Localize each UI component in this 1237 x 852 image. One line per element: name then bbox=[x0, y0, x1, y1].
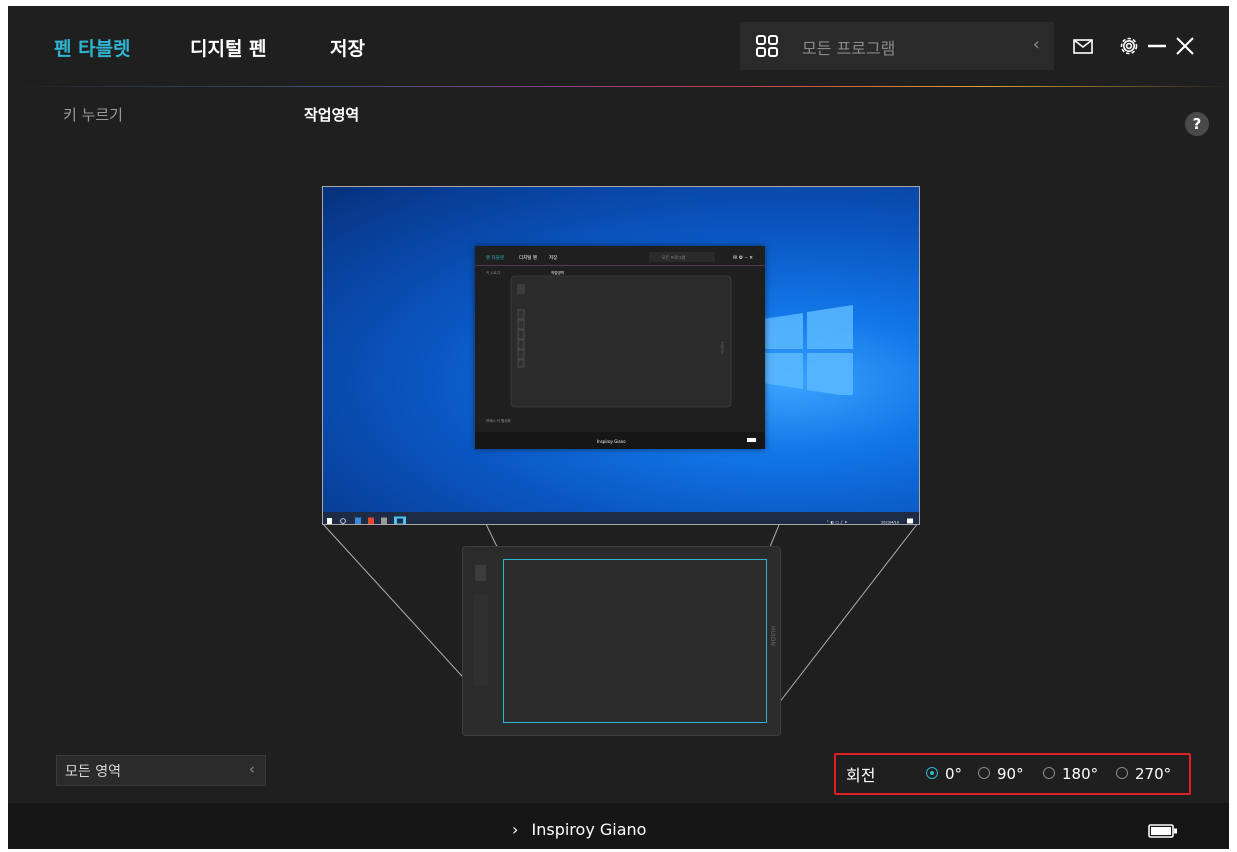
help-icon[interactable]: ? bbox=[1185, 112, 1209, 136]
mini-footer-left: 프레스 키 활성화 bbox=[486, 418, 512, 423]
program-selector-label: 모든 프로그램 bbox=[802, 39, 896, 58]
pen-slot bbox=[475, 565, 486, 581]
mail-icon[interactable] bbox=[1071, 34, 1095, 58]
chevron-right-icon: › bbox=[512, 820, 519, 839]
tab-save[interactable]: 저장 bbox=[330, 34, 365, 61]
header-divider bbox=[8, 86, 1229, 87]
mini-subtab-keys: 키 누르기 bbox=[486, 270, 500, 275]
svg-text:✉ ⚙ – ×: ✉ ⚙ – × bbox=[733, 255, 753, 261]
rotation-option-label: 180° bbox=[1062, 765, 1099, 783]
tablet-express-keys[interactable] bbox=[473, 594, 488, 686]
device-selector[interactable]: › Inspiroy Giano bbox=[512, 820, 646, 839]
taskbar-clock: 2023/4/10 bbox=[881, 521, 899, 525]
close-icon[interactable] bbox=[1173, 34, 1197, 58]
tablet-brand-label: HUION bbox=[769, 626, 776, 646]
rotation-option-label: 270° bbox=[1135, 765, 1172, 783]
area-select-value: 모든 영역 bbox=[65, 764, 121, 780]
windows-logo-icon bbox=[763, 305, 853, 395]
gear-icon[interactable] bbox=[1117, 34, 1141, 58]
rotation-control: 회전 0° 90° 180° 270° bbox=[834, 753, 1191, 795]
radio-circle-icon bbox=[926, 767, 938, 779]
svg-text:HUION: HUION bbox=[769, 626, 776, 646]
rotation-label: 회전 bbox=[846, 766, 876, 785]
mini-device-name: Inspiroy Giano bbox=[597, 439, 626, 444]
tab-pen-tablet[interactable]: 펜 타블렛 bbox=[54, 34, 131, 61]
grid-icon bbox=[756, 35, 778, 57]
minimize-icon[interactable] bbox=[1145, 34, 1169, 58]
radio-circle-icon bbox=[978, 767, 990, 779]
tablet-driver-window: 펜 타블렛 디지털 펜 저장 모든 프로그램 ‹ 키 누르기 작업영역 ? 펜 … bbox=[8, 6, 1229, 849]
area-select[interactable]: 모든 영역 ‹ bbox=[56, 755, 266, 786]
svg-text:⌃ ◐ ▭ ♪ ✦: ⌃ ◐ ▭ ♪ ✦ bbox=[826, 520, 848, 525]
battery-icon bbox=[1148, 824, 1177, 838]
tab-digital-pen[interactable]: 디지털 펜 bbox=[190, 34, 267, 61]
mini-tab-1: 펜 타블렛 bbox=[486, 254, 504, 261]
subtab-press-keys[interactable]: 키 누르기 bbox=[63, 104, 123, 125]
mini-tab-2: 디지털 펜 bbox=[519, 254, 537, 261]
mini-tab-3: 저장 bbox=[549, 254, 557, 261]
screen-preview[interactable]: 펜 타블렛 디지털 펜 저장 모든 프로그램 ✉ ⚙ – × 키 누르기 작업영… bbox=[322, 186, 920, 525]
mini-app-graphic: 펜 타블렛 디지털 펜 저장 모든 프로그램 ✉ ⚙ – × 키 누르기 작업영… bbox=[475, 252, 765, 449]
mini-subtab-area: 작업영역 bbox=[551, 270, 564, 275]
status-bar: › Inspiroy Giano bbox=[8, 803, 1229, 849]
mini-app-preview: 펜 타블렛 디지털 펜 저장 모든 프로그램 ✉ ⚙ – × 키 누르기 작업영… bbox=[475, 246, 765, 449]
chevron-left-icon: ‹ bbox=[1032, 34, 1040, 55]
tablet-active-area[interactable] bbox=[503, 559, 767, 723]
subtab-work-area[interactable]: 작업영역 bbox=[304, 104, 359, 125]
taskbar: ⌃ ◐ ▭ ♪ ✦ 2023/4/10 bbox=[323, 512, 919, 524]
chevron-left-icon: ‹ bbox=[249, 760, 255, 778]
mini-brand: HUION bbox=[720, 342, 724, 354]
rotation-option-label: 90° bbox=[997, 765, 1024, 783]
taskbar-graphic: ⌃ ◐ ▭ ♪ ✦ 2023/4/10 bbox=[327, 516, 913, 525]
program-selector[interactable]: 모든 프로그램 ‹ bbox=[740, 22, 1054, 70]
mini-program: 모든 프로그램 bbox=[662, 254, 686, 260]
rotation-option-label: 0° bbox=[945, 765, 963, 783]
radio-circle-icon bbox=[1116, 767, 1128, 779]
device-name: Inspiroy Giano bbox=[531, 820, 647, 839]
radio-circle-icon bbox=[1043, 767, 1055, 779]
